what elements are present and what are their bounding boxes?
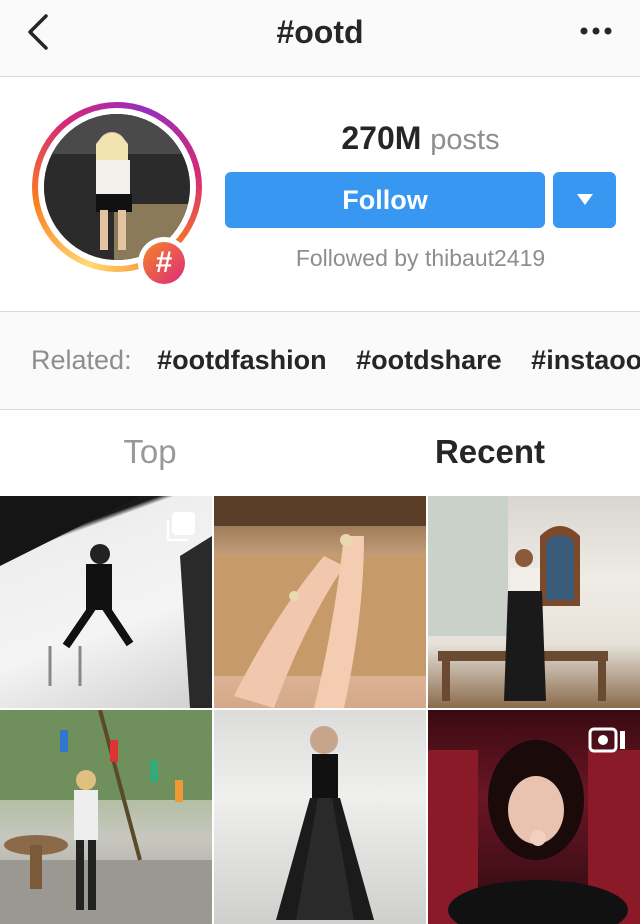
post-thumbnail[interactable]	[428, 496, 640, 708]
post-image	[428, 496, 608, 701]
post-thumbnail[interactable]	[214, 496, 426, 708]
related-tag[interactable]: #ootdfashion	[157, 345, 327, 375]
followed-by-text: Followed by thibaut2419	[295, 245, 546, 271]
hashtag-badge: #	[138, 237, 190, 289]
top-nav-bar: #ootd	[0, 0, 640, 77]
page-title: #ootd	[276, 14, 364, 50]
feed-tabs: Top Recent	[0, 411, 640, 496]
post-thumbnail[interactable]	[428, 710, 640, 924]
post-thumbnail[interactable]	[214, 710, 426, 924]
related-scroll[interactable]: Related: #ootdfashion #ootdshare #instao…	[31, 345, 640, 376]
posts-count: 270M	[341, 120, 422, 156]
post-image	[276, 726, 374, 920]
post-thumbnail[interactable]	[0, 710, 212, 924]
video-icon	[588, 727, 625, 753]
posts-count-line: 270M posts	[225, 120, 616, 157]
posts-grid	[0, 496, 640, 924]
more-dots-icon	[580, 27, 612, 35]
caret-down-icon	[577, 194, 593, 205]
follow-button[interactable]: Follow	[225, 172, 545, 228]
related-tag[interactable]: #instaootd	[531, 345, 640, 375]
post-image	[214, 496, 426, 708]
hashtag-profile-section: # 270M posts Follow Followed by thibaut2…	[0, 78, 640, 312]
post-image	[0, 710, 212, 924]
follow-dropdown-button[interactable]	[553, 172, 616, 228]
posts-label: posts	[430, 124, 500, 156]
tab-top[interactable]: Top	[0, 433, 300, 471]
post-thumbnail[interactable]	[0, 496, 212, 708]
hashtag-icon: #	[143, 242, 185, 284]
multiple-posts-icon	[166, 512, 195, 542]
more-options-button[interactable]	[576, 16, 616, 46]
related-label: Related:	[31, 345, 132, 375]
tab-recent[interactable]: Recent	[340, 433, 640, 471]
related-hashtags-bar: Related: #ootdfashion #ootdshare #instao…	[0, 312, 640, 410]
related-tag[interactable]: #ootdshare	[356, 345, 502, 375]
